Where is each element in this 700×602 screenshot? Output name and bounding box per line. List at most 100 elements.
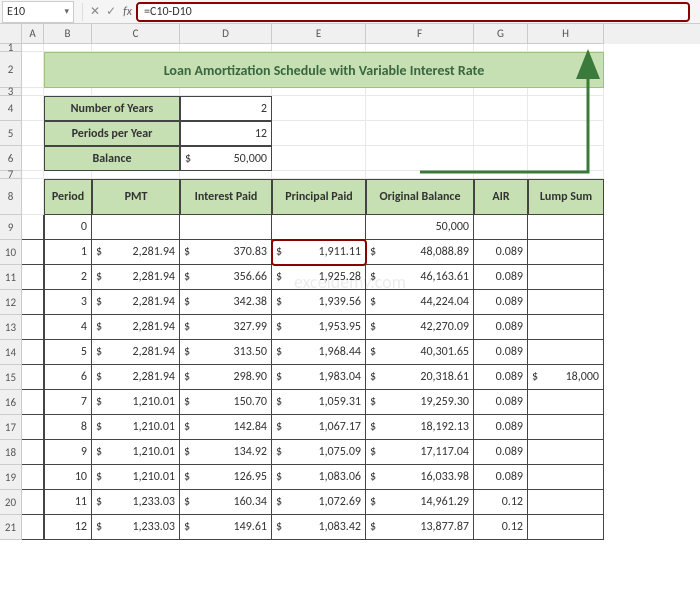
cell-period[interactable]: 6 bbox=[44, 365, 92, 390]
cell-interest[interactable]: $313.50 bbox=[180, 340, 272, 365]
cell[interactable] bbox=[180, 171, 272, 179]
cell-lump-sum[interactable] bbox=[528, 315, 604, 340]
cell-pmt[interactable]: $2,281.94 bbox=[92, 240, 180, 265]
col-header-A[interactable]: A bbox=[22, 24, 44, 44]
cell-air[interactable]: 0.089 bbox=[474, 390, 528, 415]
cell-lump-sum[interactable] bbox=[528, 290, 604, 315]
col-header-H[interactable]: H bbox=[528, 24, 604, 44]
cell-interest[interactable]: $126.95 bbox=[180, 465, 272, 490]
cell-period[interactable]: 2 bbox=[44, 265, 92, 290]
cell[interactable] bbox=[22, 240, 44, 265]
cell-period[interactable]: 3 bbox=[44, 290, 92, 315]
row-header[interactable]: 2 bbox=[0, 52, 22, 88]
cell-principal[interactable]: $1,983.04 bbox=[272, 365, 366, 390]
cell[interactable] bbox=[528, 171, 604, 179]
cell-original-balance[interactable]: 50,000 bbox=[366, 215, 474, 240]
row-header[interactable]: 9 bbox=[0, 215, 22, 240]
cell[interactable] bbox=[272, 96, 366, 121]
cell-interest[interactable]: $150.70 bbox=[180, 390, 272, 415]
cell[interactable] bbox=[22, 315, 44, 340]
cell-original-balance[interactable]: $20,318.61 bbox=[366, 365, 474, 390]
cell-principal[interactable]: $1,968.44 bbox=[272, 340, 366, 365]
cell[interactable] bbox=[22, 390, 44, 415]
row-header[interactable]: 3 bbox=[0, 88, 22, 96]
cell[interactable] bbox=[22, 215, 44, 240]
cell-original-balance[interactable]: $16,033.98 bbox=[366, 465, 474, 490]
cell-original-balance[interactable]: $13,877.87 bbox=[366, 515, 474, 540]
cell-pmt[interactable]: $1,210.01 bbox=[92, 415, 180, 440]
cell[interactable] bbox=[22, 179, 44, 215]
cell-period[interactable]: 4 bbox=[44, 315, 92, 340]
cell-lump-sum[interactable] bbox=[528, 215, 604, 240]
cell[interactable] bbox=[180, 44, 272, 52]
cell-air[interactable]: 0.089 bbox=[474, 415, 528, 440]
cell-interest[interactable]: $370.83 bbox=[180, 240, 272, 265]
row-header[interactable]: 12 bbox=[0, 290, 22, 315]
cell-principal[interactable]: $1,939.56 bbox=[272, 290, 366, 315]
cell-interest[interactable] bbox=[180, 215, 272, 240]
cell[interactable] bbox=[22, 88, 44, 96]
cell[interactable] bbox=[474, 44, 528, 52]
row-header[interactable]: 11 bbox=[0, 265, 22, 290]
cell-lump-sum[interactable] bbox=[528, 440, 604, 465]
cell-air[interactable]: 0.12 bbox=[474, 515, 528, 540]
cell[interactable] bbox=[474, 88, 528, 96]
cell-original-balance[interactable]: $42,270.09 bbox=[366, 315, 474, 340]
cell[interactable] bbox=[366, 171, 474, 179]
cell[interactable] bbox=[474, 121, 528, 146]
cell-principal[interactable]: $1,953.95 bbox=[272, 315, 366, 340]
param-value[interactable]: 12 bbox=[180, 121, 272, 146]
formula-input[interactable]: =C10-D10 bbox=[136, 2, 690, 22]
cell[interactable] bbox=[22, 340, 44, 365]
cell[interactable] bbox=[22, 265, 44, 290]
cell-period[interactable]: 0 bbox=[44, 215, 92, 240]
cell[interactable] bbox=[92, 171, 180, 179]
cell-pmt[interactable]: $1,233.03 bbox=[92, 515, 180, 540]
cell-pmt[interactable]: $1,210.01 bbox=[92, 390, 180, 415]
cell[interactable] bbox=[528, 44, 604, 52]
cell-principal[interactable]: $1,059.31 bbox=[272, 390, 366, 415]
row-header[interactable]: 14 bbox=[0, 340, 22, 365]
row-header[interactable]: 18 bbox=[0, 440, 22, 465]
cell[interactable] bbox=[474, 96, 528, 121]
cell[interactable] bbox=[22, 52, 44, 88]
cell-period[interactable]: 12 bbox=[44, 515, 92, 540]
name-box[interactable]: E10 ▾ bbox=[2, 1, 74, 23]
cell[interactable] bbox=[272, 88, 366, 96]
cell-period[interactable]: 10 bbox=[44, 465, 92, 490]
cell[interactable] bbox=[44, 44, 92, 52]
col-header-E[interactable]: E bbox=[272, 24, 366, 44]
row-header[interactable]: 21 bbox=[0, 515, 22, 540]
cell-interest[interactable]: $298.90 bbox=[180, 365, 272, 390]
cell[interactable] bbox=[92, 44, 180, 52]
cell-interest[interactable]: $160.34 bbox=[180, 490, 272, 515]
cell[interactable] bbox=[22, 146, 44, 171]
cell-principal[interactable]: $1,075.09 bbox=[272, 440, 366, 465]
cell-period[interactable]: 7 bbox=[44, 390, 92, 415]
cell-interest[interactable]: $149.61 bbox=[180, 515, 272, 540]
cell-original-balance[interactable]: $17,117.04 bbox=[366, 440, 474, 465]
cell-pmt[interactable] bbox=[92, 215, 180, 240]
cell[interactable] bbox=[22, 490, 44, 515]
cell[interactable] bbox=[366, 121, 474, 146]
fx-icon[interactable]: fx bbox=[123, 5, 132, 19]
cell-interest[interactable]: $356.66 bbox=[180, 265, 272, 290]
cell[interactable] bbox=[44, 171, 92, 179]
cell-pmt[interactable]: $2,281.94 bbox=[92, 340, 180, 365]
cell-pmt[interactable]: $2,281.94 bbox=[92, 365, 180, 390]
cell-period[interactable]: 5 bbox=[44, 340, 92, 365]
cell-original-balance[interactable]: $46,163.61 bbox=[366, 265, 474, 290]
cell[interactable] bbox=[474, 146, 528, 171]
row-header[interactable]: 16 bbox=[0, 390, 22, 415]
cell[interactable] bbox=[22, 415, 44, 440]
cell[interactable] bbox=[22, 121, 44, 146]
cell[interactable] bbox=[528, 88, 604, 96]
cell-interest[interactable]: $327.99 bbox=[180, 315, 272, 340]
cell-principal[interactable]: $1,911.11 bbox=[272, 240, 366, 265]
cell[interactable] bbox=[44, 88, 92, 96]
cell[interactable] bbox=[474, 171, 528, 179]
cell[interactable] bbox=[92, 88, 180, 96]
cell-lump-sum[interactable] bbox=[528, 240, 604, 265]
cell-air[interactable]: 0.12 bbox=[474, 490, 528, 515]
cell-lump-sum[interactable] bbox=[528, 490, 604, 515]
